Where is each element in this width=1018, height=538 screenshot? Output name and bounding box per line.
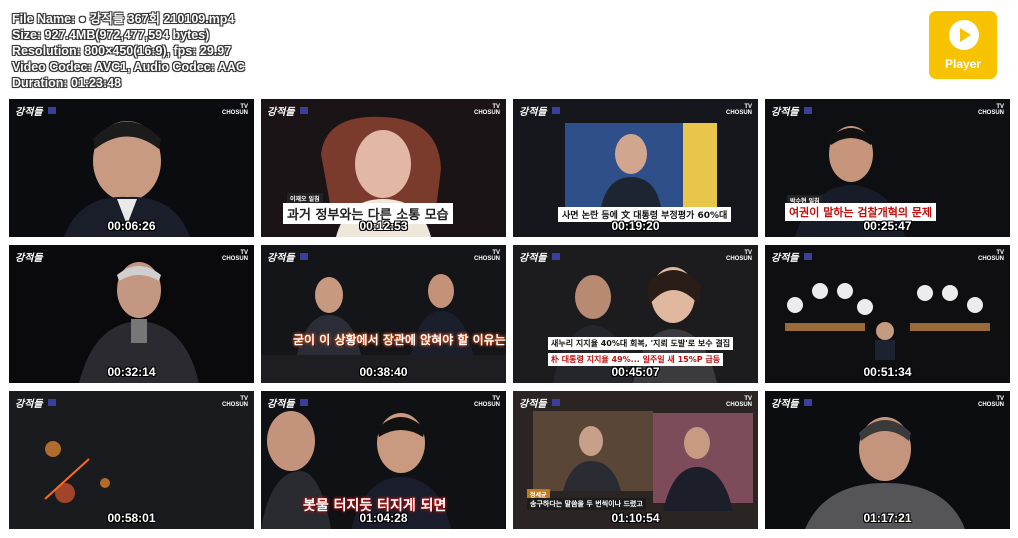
play-icon — [949, 20, 979, 50]
thumbnail-timestamp: 00:45:07 — [611, 365, 660, 379]
thumbnail-12[interactable]: 강적들 TV CHOSUN 01:17:21 — [765, 391, 1010, 529]
top-banner — [300, 107, 308, 114]
thumbnail-9-frame — [9, 391, 254, 529]
caption: 굳이 이 상황에서 장관에 앉혀야 할 이유는? — [293, 333, 506, 347]
thumbnail-timestamp: 00:25:47 — [863, 219, 912, 233]
show-logo: 강적들 — [15, 253, 43, 264]
show-logo: 강적들 — [519, 253, 547, 264]
channel-logo: TV CHOSUN — [221, 396, 248, 408]
file-info: File Name: ● 강적들 367회 210109.mp4 Size: 9… — [12, 11, 245, 91]
thumbnail-11[interactable]: 강적들 TV CHOSUN 정세균 송구하다는 말씀을 두 번씩이나 드렸고 01… — [513, 391, 758, 529]
file-resolution: Resolution: 800×450(16:9), fps: 29.97 — [12, 44, 232, 58]
channel-logo: TV CHOSUN — [221, 250, 248, 262]
thumbnail-timestamp: 01:17:21 — [863, 511, 912, 525]
show-logo: 강적들 — [519, 399, 547, 410]
thumbnail-timestamp: 00:19:20 — [611, 219, 660, 233]
channel-logo: TV CHOSUN — [725, 250, 752, 262]
thumbnail-8[interactable]: 강적들 TV CHOSUN 00:51:34 — [765, 245, 1010, 383]
top-banner — [48, 107, 56, 114]
show-logo: 강적들 — [771, 107, 799, 118]
channel-logo: TV CHOSUN — [977, 250, 1004, 262]
thumbnail-timestamp: 00:12:53 — [359, 219, 408, 233]
thumbnail-10[interactable]: 강적들 TV CHOSUN 봇물 터지듯 터지게 되면 01:04:28 — [261, 391, 506, 529]
thumbnail-6[interactable]: 강적들 TV CHOSUN 굳이 이 상황에서 장관에 앉혀야 할 이유는? 00… — [261, 245, 506, 383]
show-logo: 강적들 — [15, 107, 43, 118]
show-logo: 강적들 — [267, 107, 295, 118]
top-banner — [300, 253, 308, 260]
thumbnail-timestamp: 00:06:26 — [107, 219, 156, 233]
thumbnail-7[interactable]: 강적들 TV CHOSUN 새누리 지지율 40%대 회복, '지뢰 도발'로 보… — [513, 245, 758, 383]
caption: 송구하다는 말씀을 두 번씩이나 드렸고 — [527, 498, 646, 510]
thumbnail-1-frame — [9, 99, 254, 237]
thumbnail-8-frame — [765, 245, 1010, 383]
channel-logo: TV CHOSUN — [977, 104, 1004, 116]
thumbnail-9[interactable]: 강적들 TV CHOSUN 00:58:01 — [9, 391, 254, 529]
top-banner — [552, 253, 560, 260]
channel-logo: TV CHOSUN — [725, 104, 752, 116]
channel-logo: TV CHOSUN — [977, 396, 1004, 408]
file-size: Size: 927.4MB(972,477,594 bytes) — [12, 28, 210, 42]
top-banner — [804, 107, 812, 114]
channel-logo: TV CHOSUN — [473, 250, 500, 262]
thumbnail-5[interactable]: 강적들 TV CHOSUN 00:32:14 — [9, 245, 254, 383]
show-logo: 강적들 — [771, 253, 799, 264]
channel-logo: TV CHOSUN — [473, 396, 500, 408]
top-banner — [804, 399, 812, 406]
channel-logo: TV CHOSUN — [725, 396, 752, 408]
thumbnail-1[interactable]: 강적들 TV CHOSUN 00:06:26 — [9, 99, 254, 237]
thumbnail-12-frame — [765, 391, 1010, 529]
thumbnail-timestamp: 01:10:54 — [611, 511, 660, 525]
show-logo: 강적들 — [267, 399, 295, 410]
channel-logo: TV CHOSUN — [221, 104, 248, 116]
thumbnail-timestamp: 00:38:40 — [359, 365, 408, 379]
thumbnail-timestamp: 00:51:34 — [863, 365, 912, 379]
thumbnail-6-frame — [261, 245, 506, 383]
top-banner — [48, 399, 56, 406]
show-logo: 강적들 — [771, 399, 799, 410]
channel-logo: TV CHOSUN — [473, 104, 500, 116]
show-logo: 강적들 — [519, 107, 547, 118]
file-name: File Name: ● 강적들 367회 210109.mp4 — [12, 12, 235, 26]
thumbnail-5-frame — [9, 245, 254, 383]
show-logo: 강적들 — [267, 253, 295, 264]
thumbnail-timestamp: 00:32:14 — [107, 365, 156, 379]
top-banner — [804, 253, 812, 260]
file-codec: Video Codec: AVC1, Audio Codec: AAC — [12, 60, 245, 74]
thumbnail-3[interactable]: 강적들 TV CHOSUN 사면 논란 등에 文 대통령 부정평가 60%대 00… — [513, 99, 758, 237]
file-duration: Duration: 01:23:48 — [12, 76, 122, 90]
thumbnail-4[interactable]: 강적들 TV CHOSUN 박수현 일침 여권이 말하는 검찰개혁의 문제 00:… — [765, 99, 1010, 237]
thumbnail-2[interactable]: 강적들 TV CHOSUN 이재오 일침 과거 정부와는 다른 소통 모습 00:… — [261, 99, 506, 237]
thumbnail-timestamp: 01:04:28 — [359, 511, 408, 525]
top-banner — [552, 107, 560, 114]
caption: 새누리 지지율 40%대 회복, '지뢰 도발'로 보수 결집 — [548, 337, 734, 350]
player-button[interactable]: Player — [929, 11, 997, 79]
thumbnail-timestamp: 00:58:01 — [107, 511, 156, 525]
player-label: Player — [944, 57, 982, 71]
top-banner — [552, 399, 560, 406]
show-logo: 강적들 — [15, 399, 43, 410]
top-banner — [300, 399, 308, 406]
